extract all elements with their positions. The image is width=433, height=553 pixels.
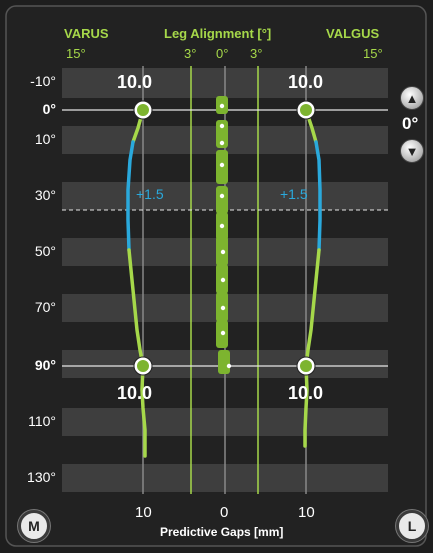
row-label-130: 130° — [27, 469, 56, 485]
leg-alignment-panel: VARUS Leg Alignment [°] VALGUS 15° 3° 0°… — [0, 0, 433, 553]
footer-gap-left: 10 — [135, 504, 152, 521]
row-label-30: 30° — [34, 187, 56, 203]
predictive-gaps-label: Predictive Gaps [mm] — [160, 525, 284, 539]
chevron-down-icon: ▼ — [405, 143, 419, 159]
footer-gap-right: 10 — [298, 504, 315, 521]
medial-button[interactable]: M — [18, 510, 50, 542]
tick-3-left-label: 3° — [184, 46, 197, 61]
row-label-70: 70° — [34, 299, 56, 315]
row-label-50: 50° — [34, 243, 56, 259]
tick-3-right-label: 3° — [250, 46, 263, 61]
lateral-button[interactable]: L — [396, 510, 428, 542]
row-label-0: 0° — [42, 101, 56, 117]
gap-value-top-left: 10.0 — [117, 72, 153, 92]
valgus-15-label: 15° — [363, 46, 383, 61]
row-label-minus10: -10° — [30, 73, 56, 89]
leg-alignment-title: Leg Alignment [°] — [164, 26, 272, 41]
gap-value-bottom-right: 10.0 — [288, 383, 324, 403]
row-label-110: 110° — [28, 413, 56, 429]
row-label-10: 10° — [34, 131, 56, 147]
tick-0-label: 0° — [216, 46, 229, 61]
alignment-graph — [5, 5, 427, 547]
varus-15-label: 15° — [66, 46, 86, 61]
gap-value-top-right: 10.0 — [288, 72, 324, 92]
angle-down-button[interactable]: ▼ — [400, 139, 424, 163]
valgus-label: VALGUS — [326, 26, 380, 41]
footer-gap-center: 0 — [220, 504, 229, 521]
gap-offset-right: +1.5 — [280, 186, 308, 202]
gap-offset-left: +1.5 — [136, 186, 164, 202]
row-label-90: 90° — [34, 357, 56, 373]
angle-value: 0° — [402, 114, 419, 133]
chevron-up-icon: ▲ — [405, 90, 419, 106]
gap-value-bottom-left: 10.0 — [117, 383, 153, 403]
varus-label: VARUS — [64, 26, 109, 41]
angle-up-button[interactable]: ▲ — [400, 86, 424, 110]
